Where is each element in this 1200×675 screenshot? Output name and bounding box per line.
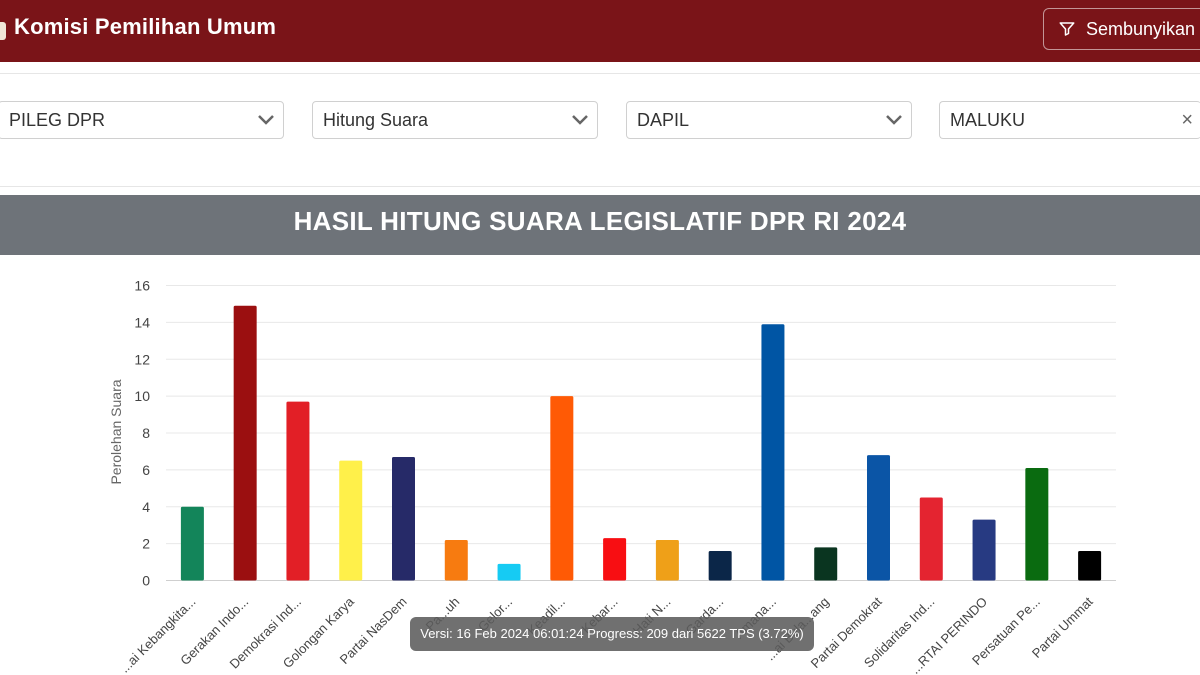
y-axis-title: Perolehan Suara (108, 379, 124, 484)
chevron-down-icon (258, 115, 274, 125)
app-header: Komisi Pemilihan Umum Sembunyikan (0, 0, 1200, 62)
bar (1025, 468, 1049, 581)
election-type-select[interactable]: PILEG DPR (0, 101, 284, 139)
bar (286, 401, 310, 581)
y-tick-label: 14 (134, 314, 150, 330)
filter-bar: PILEG DPR Hitung Suara DAPIL MALUKU × (0, 73, 1200, 187)
version-progress-tooltip: Versi: 16 Feb 2024 06:01:24 Progress: 20… (410, 617, 814, 651)
y-tick-label: 10 (134, 388, 150, 404)
y-tick-label: 8 (142, 425, 150, 441)
y-tick-label: 6 (142, 462, 150, 478)
bar (392, 456, 415, 581)
bar (919, 497, 943, 581)
y-tick-label: 16 (134, 278, 150, 294)
y-tick-label: 0 (142, 573, 150, 589)
region-level-select[interactable]: DAPIL (626, 101, 912, 139)
bar (814, 547, 838, 581)
y-tick-label: 12 (134, 351, 150, 367)
bar (867, 455, 890, 581)
data-type-select[interactable]: Hitung Suara (312, 101, 598, 139)
election-type-value: PILEG DPR (9, 110, 106, 130)
bar (603, 538, 627, 581)
filter-icon (1059, 22, 1075, 36)
chart-title: HASIL HITUNG SUARA LEGISLATIF DPR RI 202… (0, 195, 1200, 255)
bar (761, 324, 785, 581)
y-tick-label: 2 (142, 536, 150, 552)
app-title: Komisi Pemilihan Umum (14, 14, 277, 39)
region-select[interactable]: MALUKU × (939, 101, 1200, 139)
bar (1078, 551, 1102, 581)
region-value: MALUKU (950, 110, 1026, 130)
kpu-logo-icon (0, 22, 6, 40)
bar (550, 396, 574, 581)
data-type-value: Hitung Suara (323, 110, 429, 130)
vote-count-bar-chart: 0246810121416Perolehan Suara...ai Kebang… (108, 278, 1116, 675)
bar (180, 506, 204, 581)
bar (444, 539, 468, 581)
y-tick-label: 4 (142, 499, 150, 515)
bar (972, 519, 996, 581)
chevron-down-icon (886, 115, 902, 125)
region-level-value: DAPIL (637, 110, 690, 130)
hide-filters-button[interactable]: Sembunyikan (1043, 8, 1200, 50)
chevron-down-icon (572, 115, 588, 125)
bar (708, 551, 732, 581)
bar (339, 460, 363, 581)
bar (497, 563, 521, 581)
bar (233, 305, 257, 581)
bar (655, 539, 679, 581)
clear-icon[interactable]: × (1181, 102, 1193, 138)
hide-filters-label: Sembunyikan (1086, 18, 1196, 39)
